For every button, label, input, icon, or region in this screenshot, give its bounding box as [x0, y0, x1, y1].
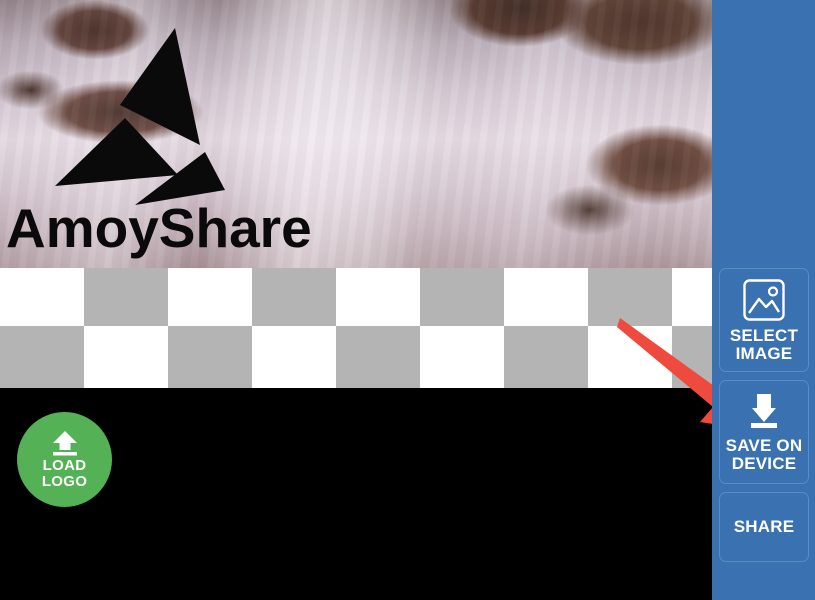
download-icon: [751, 393, 777, 428]
load-logo-label-line2: LOGO: [41, 473, 88, 490]
editor-canvas[interactable]: AmoyShare LOAD LOGO ADD TEX: [0, 0, 712, 600]
share-label: SHARE: [733, 517, 795, 537]
select-image-label-line2: IMAGE: [735, 343, 793, 363]
upload-arrow-icon: [52, 431, 77, 456]
save-on-device-label-line1: SAVE ON: [725, 435, 803, 455]
save-on-device-label-line2: DEVICE: [731, 453, 797, 473]
photo-preview[interactable]: AmoyShare: [0, 0, 712, 268]
share-button[interactable]: SHARE: [719, 492, 809, 562]
save-on-device-label: SAVE ON DEVICE: [725, 435, 803, 473]
action-panel: SELECT IMAGE SAVE ON DEVICE SHARE: [712, 0, 815, 600]
load-logo-label: LOAD LOGO: [42, 457, 87, 489]
save-on-device-button[interactable]: SAVE ON DEVICE: [719, 380, 809, 484]
select-image-label: SELECT IMAGE: [729, 325, 799, 363]
load-logo-button[interactable]: LOAD LOGO: [17, 412, 112, 507]
transparency-checkerboard[interactable]: [0, 268, 712, 388]
load-logo-label-line1: LOAD: [42, 457, 87, 474]
select-image-label-line1: SELECT: [729, 325, 799, 345]
image-icon: [743, 278, 785, 321]
editing-toolbar: LOAD LOGO ADD TEXT: [0, 388, 712, 600]
app-root: AmoyShare LOAD LOGO ADD TEX: [0, 0, 815, 600]
select-image-button[interactable]: SELECT IMAGE: [719, 268, 809, 372]
photo-image: [0, 0, 712, 268]
